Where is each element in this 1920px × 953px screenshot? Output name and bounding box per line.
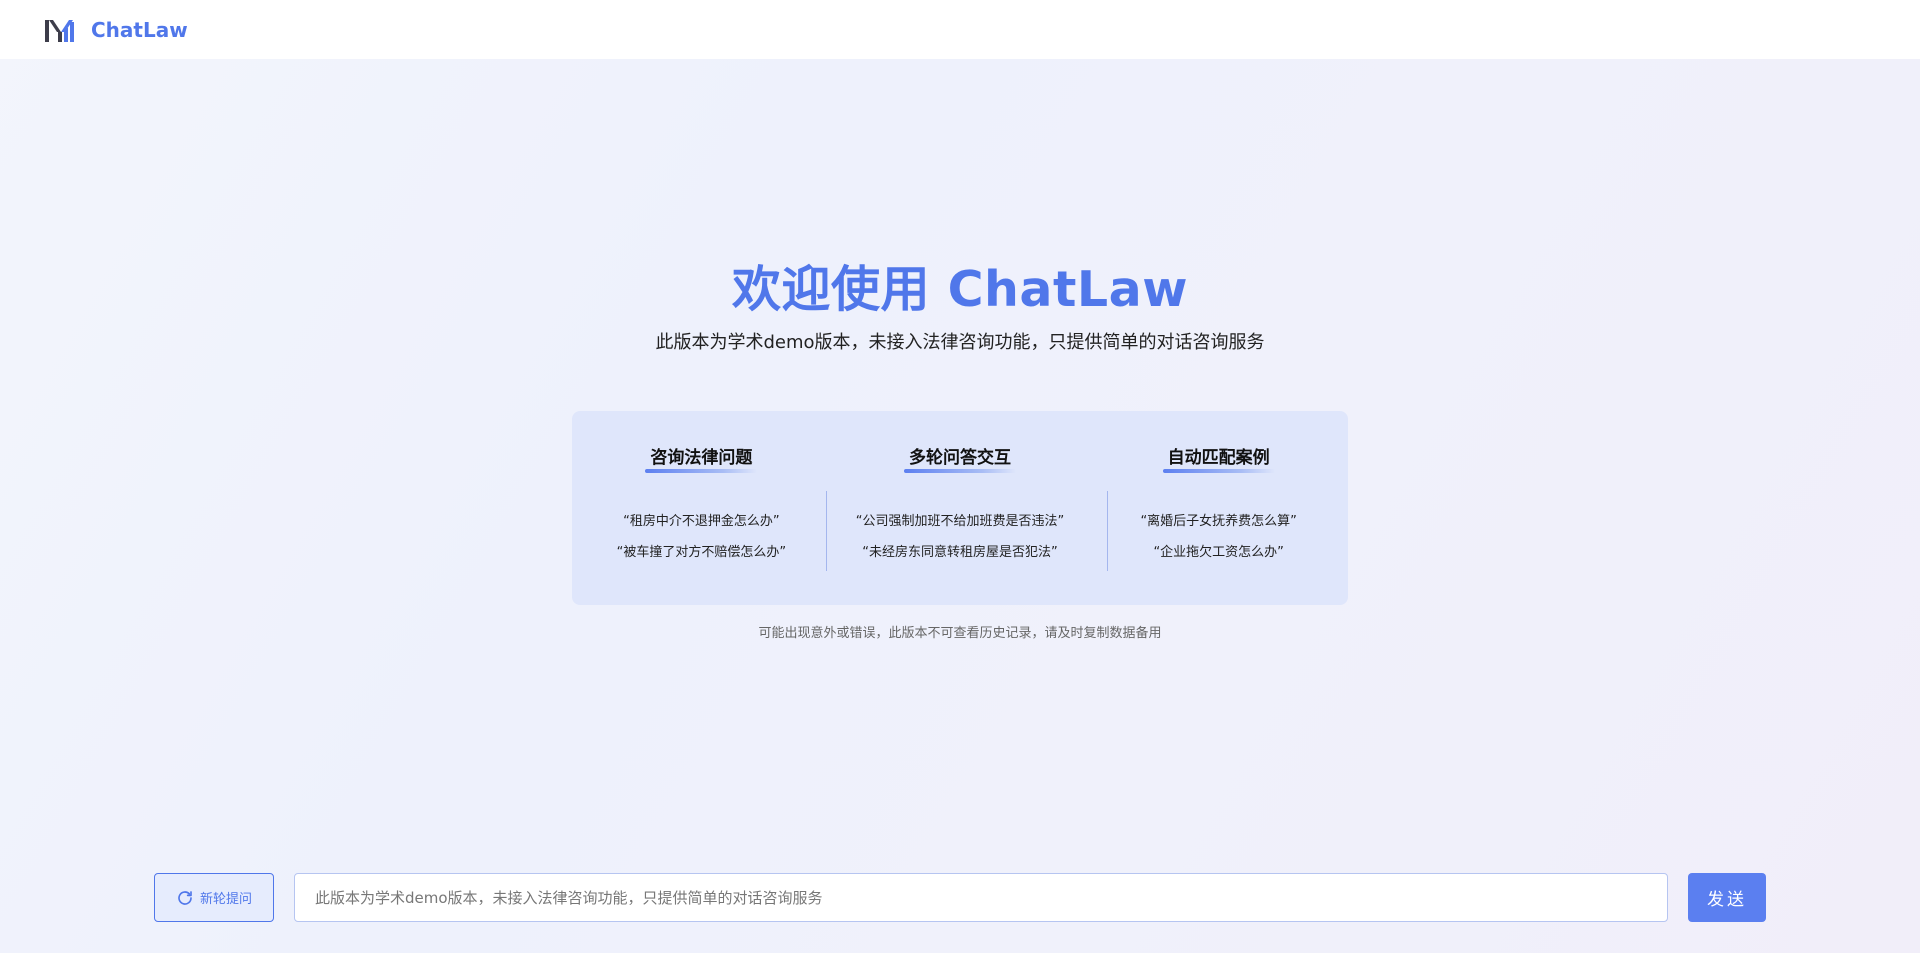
logo[interactable]: ChatLaw bbox=[44, 16, 188, 44]
brand-name: ChatLaw bbox=[91, 17, 188, 42]
top-bar: ChatLaw bbox=[0, 0, 1920, 59]
composer-bar: 新轮提问 发送 bbox=[154, 873, 1766, 922]
send-button[interactable]: 发送 bbox=[1688, 873, 1766, 922]
chatlaw-logo-icon bbox=[45, 19, 74, 42]
feature-column-consult: 咨询法律问题 “租房中介不退押金怎么办” “被车撞了对方不赔偿怎么办” bbox=[572, 411, 831, 605]
welcome-title: 欢迎使用 ChatLaw bbox=[732, 261, 1188, 318]
divider bbox=[826, 491, 827, 571]
question-input-container bbox=[294, 873, 1668, 922]
welcome-section: 欢迎使用 ChatLaw 此版本为学术demo版本，未接入法律咨询功能，只提供简… bbox=[0, 256, 1920, 357]
example-question[interactable]: “企业拖欠工资怎么办” bbox=[1089, 537, 1348, 568]
example-question[interactable]: “被车撞了对方不赔偿怎么办” bbox=[572, 537, 831, 568]
refresh-icon bbox=[178, 890, 192, 905]
new-question-label: 新轮提问 bbox=[199, 891, 252, 906]
disclaimer-note: 可能出现意外或错误，此版本不可查看历史记录，请及时复制数据备用 bbox=[758, 626, 1162, 641]
feature-column-multiturn: 多轮问答交互 “公司强制加班不给加班费是否违法” “未经房东同意转租房屋是否犯法… bbox=[831, 411, 1090, 605]
feature-panel: 咨询法律问题 “租房中介不退押金怎么办” “被车撞了对方不赔偿怎么办” 多轮问答… bbox=[572, 411, 1348, 605]
example-question[interactable]: “离婚后子女抚养费怎么算” bbox=[1089, 506, 1348, 537]
example-question[interactable]: “租房中介不退押金怎么办” bbox=[572, 506, 831, 537]
feature-column-cases: 自动匹配案例 “离婚后子女抚养费怎么算” “企业拖欠工资怎么办” bbox=[1089, 411, 1348, 605]
example-question[interactable]: “未经房东同意转租房屋是否犯法” bbox=[831, 537, 1090, 568]
example-question[interactable]: “公司强制加班不给加班费是否违法” bbox=[831, 506, 1090, 537]
new-question-button[interactable]: 新轮提问 bbox=[154, 873, 274, 922]
feature-title: 咨询法律问题 bbox=[645, 443, 758, 473]
feature-title: 多轮问答交互 bbox=[904, 443, 1016, 473]
feature-title: 自动匹配案例 bbox=[1162, 443, 1275, 473]
question-input[interactable] bbox=[295, 874, 1667, 921]
welcome-subtitle: 此版本为学术demo版本，未接入法律咨询功能，只提供简单的对话咨询服务 bbox=[655, 332, 1265, 353]
